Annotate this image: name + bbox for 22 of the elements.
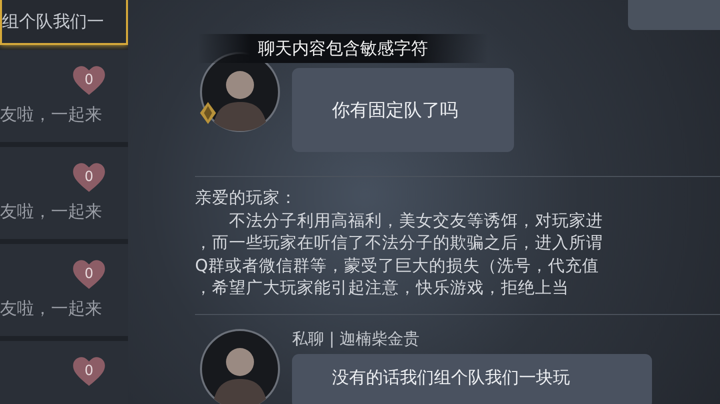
like-count: 0 bbox=[72, 260, 106, 290]
notice-text: 不法分子利用高福利，美女交友等诱饵，对玩家进 bbox=[228, 210, 604, 232]
message-preview: 组个队我们一 bbox=[2, 11, 104, 33]
sender-name: 私聊 | 迦楠柴金贵 bbox=[292, 328, 420, 350]
conversation-item[interactable]: 0 友啦，一起来 bbox=[0, 147, 128, 239]
message-preview: 友啦，一起来 bbox=[0, 104, 102, 126]
message-preview: 友啦，一起来 bbox=[0, 298, 102, 320]
chat-bubble: 你有固定队了吗 bbox=[292, 68, 514, 152]
conversation-item[interactable]: 组个队我们一 bbox=[0, 0, 128, 45]
notice-text: ，希望广大玩家能引起注意，快乐游戏，拒绝上当 bbox=[195, 277, 570, 299]
message-preview: 友啦，一起来 bbox=[0, 201, 102, 223]
conversation-item[interactable]: 0 bbox=[0, 341, 128, 404]
notice-text: 亲爱的玩家： bbox=[195, 187, 298, 209]
notice-text: Q群或者微信群等，蒙受了巨大的损失（洗号，代充值 bbox=[195, 254, 600, 276]
like-count: 0 bbox=[72, 357, 106, 387]
conversation-item[interactable]: 0 友啦，一起来 bbox=[0, 50, 128, 142]
notice-text: ，而一些玩家在听信了不法分子的欺骗之后，进入所谓 bbox=[195, 232, 604, 254]
avatar-icon[interactable] bbox=[200, 328, 280, 404]
like-count: 0 bbox=[72, 163, 106, 193]
chat-bubble: 没有的话我们组个队我们一块玩 bbox=[292, 354, 652, 404]
conversation-item[interactable]: 0 友啦，一起来 bbox=[0, 244, 128, 336]
like-count: 0 bbox=[72, 66, 106, 96]
